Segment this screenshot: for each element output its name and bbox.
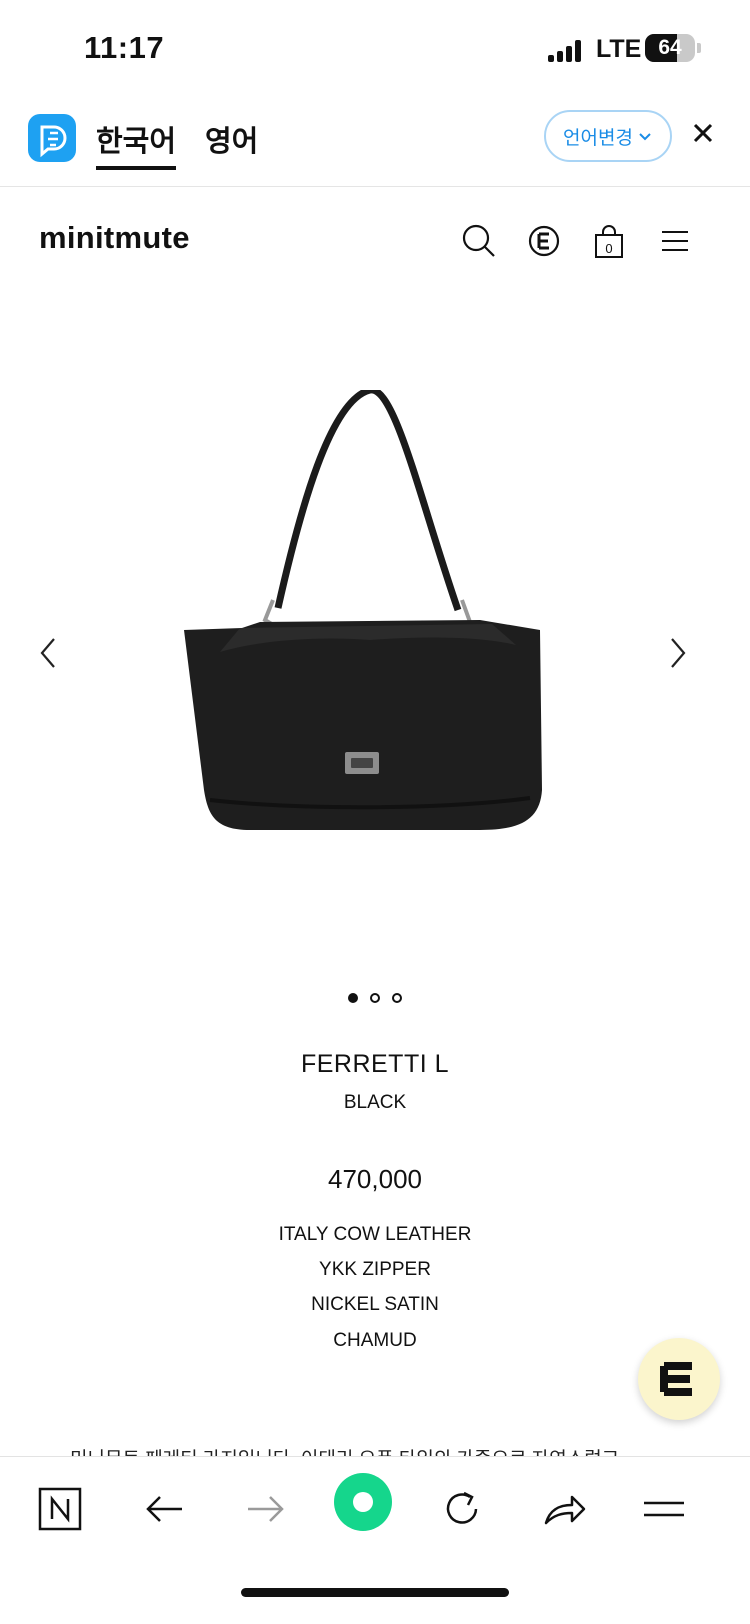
translate-bar: 한국어 영어 언어변경 bbox=[0, 100, 750, 187]
status-time: 11:17 bbox=[84, 30, 165, 65]
membership-icon[interactable] bbox=[525, 222, 563, 260]
slide-dot[interactable] bbox=[392, 993, 402, 1003]
tab-english[interactable]: 영어 bbox=[205, 118, 258, 160]
product-name: FERRETTI L bbox=[300, 1050, 450, 1078]
product-gallery[interactable] bbox=[0, 290, 750, 940]
product-price: 470,000 bbox=[328, 1164, 422, 1194]
spec-item: CHAMUD bbox=[333, 1330, 417, 1351]
next-arrow-icon[interactable] bbox=[668, 635, 688, 679]
active-tab-underline bbox=[96, 166, 176, 170]
back-arrow-icon[interactable] bbox=[142, 1487, 192, 1537]
change-language-button[interactable]: 언어변경 bbox=[544, 110, 672, 162]
site-logo[interactable]: minitmute bbox=[39, 220, 190, 256]
cart-count: 0 bbox=[605, 241, 612, 256]
search-icon[interactable] bbox=[460, 222, 498, 260]
menu-lines-icon[interactable] bbox=[642, 1487, 692, 1537]
slide-dot[interactable] bbox=[370, 993, 380, 1003]
site-header: minitmute 0 bbox=[0, 200, 750, 290]
spec-item: ITALY COW LEATHER bbox=[278, 1224, 472, 1245]
green-dot-icon[interactable] bbox=[334, 1473, 392, 1531]
share-icon[interactable] bbox=[542, 1487, 592, 1537]
spec-item: YKK ZIPPER bbox=[319, 1259, 431, 1280]
hamburger-menu-icon[interactable] bbox=[656, 222, 694, 260]
home-indicator bbox=[241, 1588, 509, 1597]
spec-item: NICKEL SATIN bbox=[311, 1294, 439, 1315]
battery-cap bbox=[697, 43, 701, 53]
product-image bbox=[184, 390, 542, 830]
slide-indicator bbox=[0, 993, 750, 1003]
tab-korean[interactable]: 한국어 bbox=[96, 118, 176, 160]
product-color: BLACK bbox=[343, 1092, 407, 1113]
shopping-bag-icon[interactable]: 0 bbox=[590, 222, 628, 260]
close-icon[interactable] bbox=[692, 118, 714, 152]
chat-fab-icon[interactable] bbox=[638, 1338, 720, 1420]
status-bar: 11:17 LTE 64 bbox=[0, 0, 750, 100]
chevron-down-icon bbox=[639, 133, 651, 141]
slide-dot[interactable] bbox=[348, 993, 358, 1003]
forward-arrow-icon[interactable] bbox=[244, 1487, 294, 1537]
battery-level: 64 bbox=[658, 36, 682, 59]
signal-icon bbox=[548, 40, 584, 62]
reload-icon[interactable] bbox=[440, 1487, 490, 1537]
prev-arrow-icon[interactable] bbox=[38, 635, 58, 679]
change-language-label: 언어변경 bbox=[563, 127, 633, 149]
browser-toolbar bbox=[0, 1456, 750, 1624]
network-label: LTE bbox=[596, 35, 642, 63]
naver-n-icon[interactable] bbox=[38, 1487, 88, 1537]
papago-icon[interactable] bbox=[28, 114, 76, 162]
battery-icon: 64 bbox=[645, 34, 695, 62]
